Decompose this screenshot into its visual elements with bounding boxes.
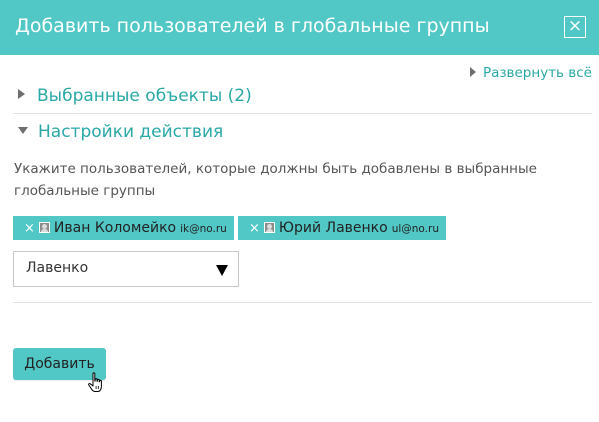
dialog-title: Добавить пользователей в глобальные груп… xyxy=(15,15,490,37)
close-button[interactable]: × xyxy=(564,16,586,38)
expand-all-link[interactable]: Развернуть всё xyxy=(469,65,592,81)
hand-cursor-icon xyxy=(88,372,102,392)
dialog-header: Добавить пользователей в глобальные груп… xyxy=(0,0,599,55)
section-action-settings-label: Настройки действия xyxy=(38,122,224,142)
user-tag-name: Юрий Лавенко xyxy=(278,220,388,236)
user-icon xyxy=(38,222,50,233)
remove-x-icon[interactable]: × xyxy=(249,217,260,241)
user-tag-name: Иван Коломейко xyxy=(53,220,177,236)
triangle-right-icon xyxy=(18,89,25,99)
triangle-right-icon xyxy=(469,67,476,77)
expand-all-label: Развернуть всё xyxy=(482,65,592,81)
user-search-select[interactable]: Лавенко xyxy=(13,251,239,287)
user-tag: × Иван Коломейко ik@no.ru xyxy=(13,216,234,240)
user-tag-email: ul@no.ru xyxy=(391,223,439,235)
close-icon: × xyxy=(567,16,583,36)
divider xyxy=(13,113,592,114)
divider xyxy=(13,302,592,303)
triangle-down-icon xyxy=(18,127,28,134)
dropdown-arrow-icon xyxy=(216,265,228,276)
user-icon xyxy=(263,222,275,233)
add-to-global-groups-dialog: Добавить пользователей в глобальные груп… xyxy=(0,0,599,422)
user-search-select-value: Лавенко xyxy=(26,260,89,276)
section-selected-objects[interactable]: Выбранные объекты (2) xyxy=(18,86,252,106)
instructions-text: Укажите пользователей, которые должны бы… xyxy=(14,161,537,199)
user-tag: × Юрий Лавенко ul@no.ru xyxy=(238,216,446,240)
remove-x-icon[interactable]: × xyxy=(24,217,35,241)
section-selected-objects-label: Выбранные объекты (2) xyxy=(37,86,252,106)
section-action-settings[interactable]: Настройки действия xyxy=(18,122,223,142)
user-tag-email: ik@no.ru xyxy=(180,223,227,235)
